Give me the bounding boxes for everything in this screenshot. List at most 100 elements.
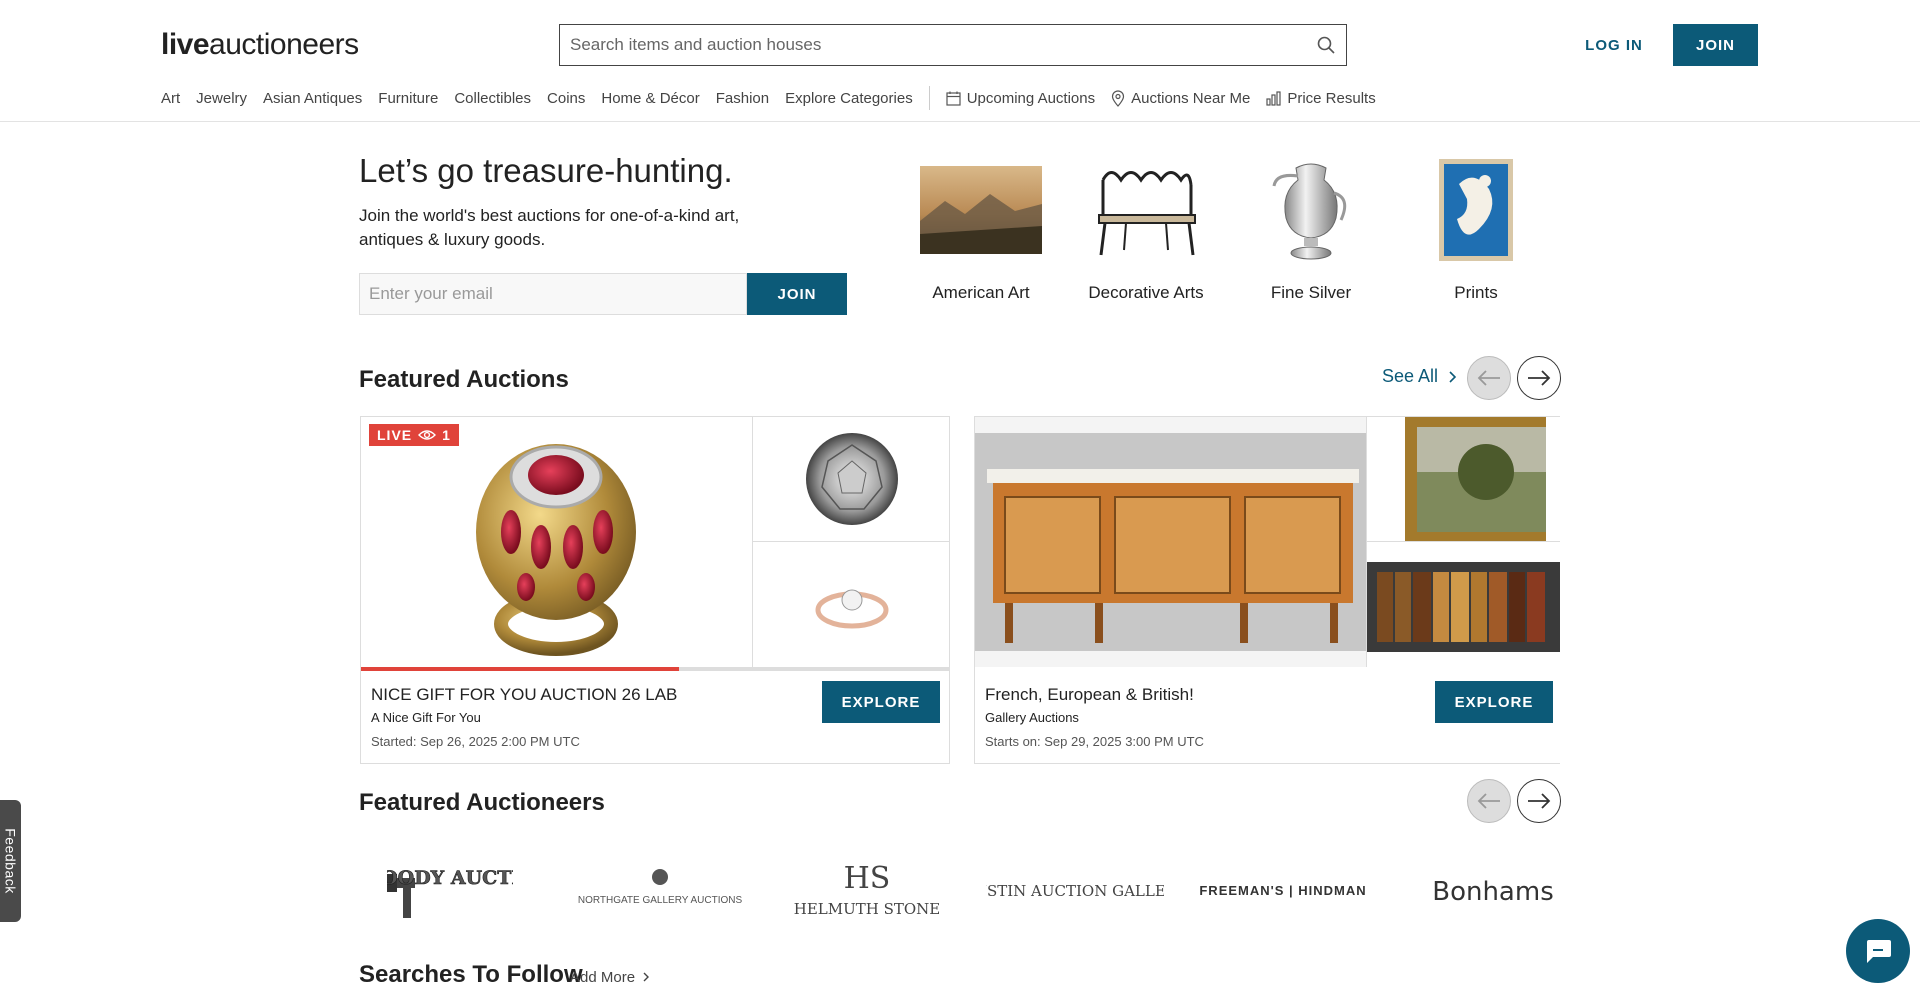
nav-item-fashion[interactable]: Fashion	[716, 90, 769, 107]
auctioneer-logo-austin-auction-gallery[interactable]: AUSTIN AUCTION GALLERY	[985, 855, 1165, 925]
calendar-icon	[946, 91, 961, 106]
auction-thumb-painting	[1367, 417, 1560, 542]
logo-rest-text: auctioneers	[209, 28, 359, 61]
see-all-label: See All	[1382, 366, 1439, 386]
nav-item-explore-categories[interactable]: Explore Categories	[785, 90, 913, 107]
login-button[interactable]: LOG IN	[1572, 24, 1656, 66]
nav-divider	[928, 86, 930, 110]
auction-thumb-diamond	[753, 417, 949, 542]
chat-button[interactable]	[1846, 919, 1910, 983]
nav-item-home-decor[interactable]: Home & Décor	[601, 90, 699, 107]
category-tile-american-art[interactable]: American Art	[911, 155, 1051, 303]
nav-auctions-near-me[interactable]: Auctions Near Me	[1111, 90, 1250, 107]
auction-card[interactable]: French, European & British! Gallery Auct…	[974, 416, 1560, 764]
featured-auctioneers-title: Featured Auctioneers	[359, 789, 605, 816]
auctioneer-logo-woody-auction[interactable]: WOODY AUCTION	[385, 855, 515, 925]
nav-item-coins[interactable]: Coins	[547, 90, 585, 107]
nav-near-me-label: Auctions Near Me	[1131, 89, 1251, 107]
auctioneer-logo-freemans-hindman[interactable]: FREEMAN'S | HINDMAN	[1193, 855, 1373, 925]
nav-item-furniture[interactable]: Furniture	[378, 90, 438, 107]
email-signup: JOIN	[359, 273, 847, 315]
nav-item-art[interactable]: Art	[161, 90, 180, 107]
auction-progress-bar	[361, 667, 949, 671]
category-tile-decorative-arts[interactable]: Decorative Arts	[1076, 155, 1216, 303]
logo-text: WOODY AUCTION	[387, 867, 513, 889]
category-label: American Art	[932, 283, 1030, 302]
logo-live-text: live	[161, 28, 210, 61]
auction-thumb-books	[1367, 542, 1560, 667]
site-header: liveauctioneers LOG IN JOIN Art Jewelry …	[0, 0, 1920, 122]
email-input[interactable]	[359, 273, 747, 315]
nav-price-results[interactable]: Price Results	[1266, 89, 1376, 107]
category-label: Decorative Arts	[1088, 283, 1204, 302]
search-bar	[559, 24, 1347, 66]
live-badge-label: LIVE	[377, 427, 413, 443]
search-input[interactable]	[560, 25, 1306, 65]
join-button[interactable]: JOIN	[1673, 24, 1758, 66]
nav-upcoming-auctions[interactable]: Upcoming Auctions	[946, 90, 1095, 107]
auction-title[interactable]: French, European & British!	[985, 685, 1194, 705]
logo-text: AUSTIN AUCTION GALLERY	[986, 882, 1164, 900]
auction-main-image	[361, 417, 753, 667]
explore-button[interactable]: EXPLORE	[1435, 681, 1553, 723]
auctions-next-button[interactable]	[1517, 356, 1561, 400]
feedback-tab[interactable]: Feedback	[0, 800, 21, 922]
decorative-arts-image	[1076, 155, 1216, 265]
see-all-link[interactable]: See All	[1382, 366, 1460, 387]
auction-house-name[interactable]: A Nice Gift For You	[371, 710, 481, 725]
add-more-label: Add More	[570, 969, 636, 986]
auction-house-name[interactable]: Gallery Auctions	[985, 710, 1079, 725]
arrow-right-icon	[1528, 370, 1551, 386]
category-label: Fine Silver	[1270, 283, 1352, 302]
auctioneer-logo-northgate[interactable]: NORTHGATE GALLERY AUCTIONS	[570, 855, 750, 925]
auctioneer-logo-bonhams[interactable]: Bonhams	[1410, 855, 1575, 925]
progress-fill	[361, 667, 679, 671]
prints-image	[1406, 155, 1546, 265]
add-more-link[interactable]: Add More	[570, 969, 651, 986]
feedback-label: Feedback	[2, 828, 19, 894]
featured-auctions-title: Featured Auctions	[359, 366, 569, 393]
arrow-left-icon	[1477, 793, 1500, 809]
category-tile-prints[interactable]: Prints	[1406, 155, 1546, 303]
nav-item-jewelry[interactable]: Jewelry	[196, 90, 247, 107]
hero-subtitle: Join the world's best auctions for one-o…	[359, 206, 740, 249]
chat-bubble-icon	[1867, 940, 1891, 963]
chevron-right-icon	[1449, 370, 1457, 383]
auction-start-time: Started: Sep 26, 2025 2:00 PM UTC	[371, 734, 580, 749]
nav-upcoming-label: Upcoming Auctions	[966, 89, 1096, 107]
logo-text: Bonhams	[1432, 877, 1554, 907]
searches-to-follow-title: Searches To Follow	[359, 961, 583, 988]
hero-title: Let’s go treasure-hunting.	[359, 152, 733, 189]
category-label: Prints	[1454, 283, 1498, 302]
auction-start-time: Starts on: Sep 29, 2025 3:00 PM UTC	[985, 734, 1204, 749]
logo-text: FREEMAN'S | HINDMAN	[1199, 883, 1366, 898]
arrow-right-icon	[1528, 793, 1551, 809]
category-tile-fine-silver[interactable]: Fine Silver	[1241, 155, 1381, 303]
svg-text:HS: HS	[844, 861, 891, 896]
fine-silver-image	[1241, 155, 1381, 265]
email-join-button[interactable]: JOIN	[747, 273, 847, 315]
explore-button[interactable]: EXPLORE	[822, 681, 940, 723]
auctioneer-logo-helmuth-stone[interactable]: HS HELMUTH STONE	[792, 855, 942, 925]
viewer-count: 1	[442, 427, 451, 443]
arrow-left-icon	[1477, 370, 1500, 386]
nav-item-collectibles[interactable]: Collectibles	[454, 90, 531, 107]
category-nav: Art Jewelry Asian Antiques Furniture Col…	[161, 86, 1392, 110]
nav-item-asian-antiques[interactable]: Asian Antiques	[263, 90, 362, 107]
nav-price-results-label: Price Results	[1287, 89, 1376, 107]
logo-text: NORTHGATE GALLERY AUCTIONS	[578, 895, 743, 906]
auction-card[interactable]: LIVE 1 NICE GIFT FOR YOU AUCTION 26 LAB …	[360, 416, 950, 764]
auction-thumb-ring	[753, 542, 949, 667]
location-pin-icon	[1112, 89, 1125, 107]
search-icon[interactable]	[1306, 25, 1346, 65]
eye-icon	[418, 430, 437, 440]
auctioneers-prev-button[interactable]	[1467, 779, 1511, 823]
auctioneers-next-button[interactable]	[1517, 779, 1561, 823]
auction-title[interactable]: NICE GIFT FOR YOU AUCTION 26 LAB	[371, 685, 677, 705]
live-badge: LIVE 1	[369, 424, 459, 446]
site-logo[interactable]: liveauctioneers	[161, 28, 359, 62]
logo-text: HELMUTH STONE	[794, 900, 941, 918]
american-art-image	[911, 155, 1051, 265]
auction-main-image	[975, 417, 1367, 667]
auctions-prev-button[interactable]	[1467, 356, 1511, 400]
